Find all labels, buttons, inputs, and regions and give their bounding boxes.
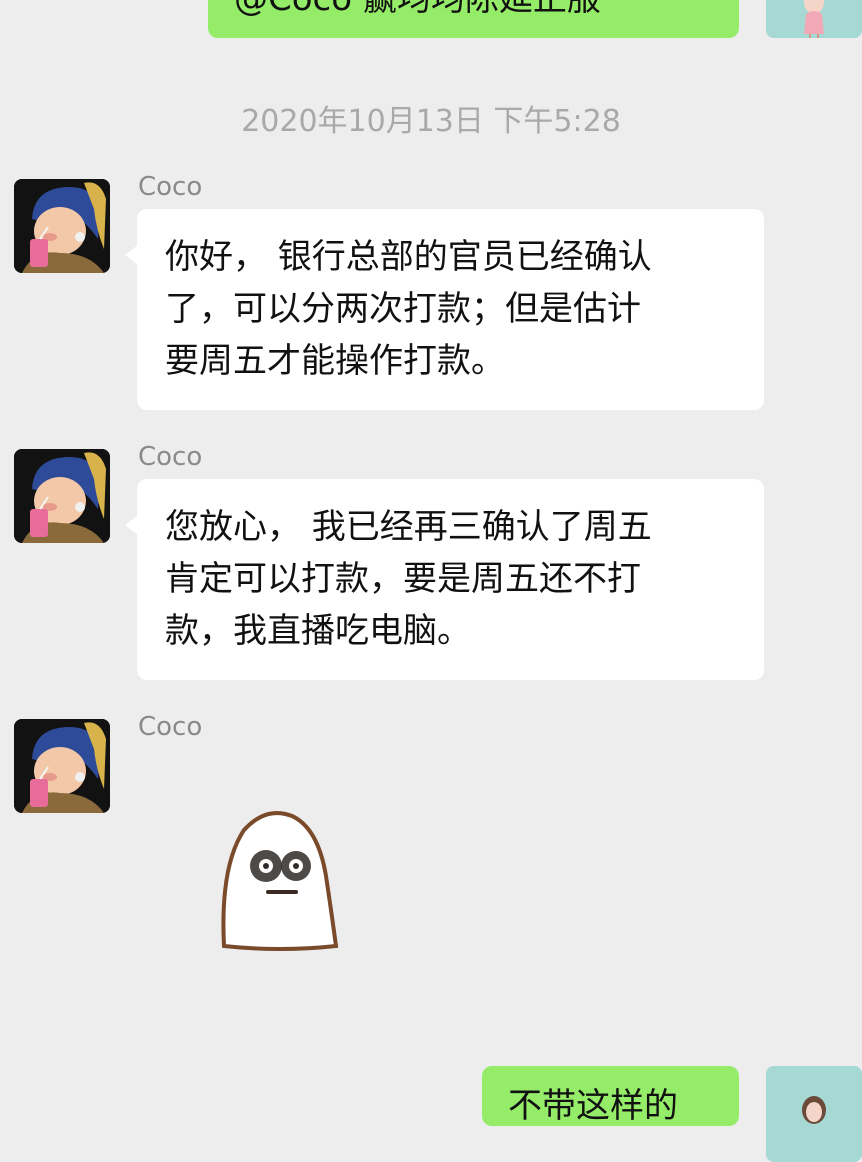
bubble-tail bbox=[738, 1086, 739, 1106]
girl-with-pearl-earring-icon bbox=[14, 449, 110, 543]
girl-portrait-icon bbox=[766, 0, 862, 38]
outgoing-message-text: @Coco 赢均均陈延正服 bbox=[234, 0, 601, 19]
message-line: 要周五才能操作打款。 bbox=[165, 341, 505, 381]
message-line: 款，我直播吃电脑。 bbox=[165, 611, 471, 651]
message-timestamp: 2020年10月13日 下午5:28 bbox=[241, 104, 621, 139]
coco-avatar[interactable] bbox=[14, 179, 110, 273]
coco-avatar[interactable] bbox=[14, 719, 110, 813]
girl-with-pearl-earring-icon bbox=[14, 719, 110, 813]
bubble-tail bbox=[125, 515, 138, 535]
message-line: 你好， 银行总部的官员已经确认 bbox=[165, 237, 652, 277]
bubble-tail bbox=[125, 245, 138, 265]
outgoing-message-text: 不带这样的 bbox=[508, 1086, 678, 1126]
my-avatar[interactable] bbox=[766, 0, 862, 38]
my-avatar[interactable] bbox=[766, 1066, 862, 1162]
message-line: 肯定可以打款，要是周五还不打 bbox=[165, 559, 641, 599]
incoming-message-bubble[interactable]: 您放心， 我已经再三确认了周五 肯定可以打款，要是周五还不打 款，我直播吃电脑。 bbox=[125, 479, 764, 680]
ghost-face-sticker[interactable] bbox=[214, 806, 344, 954]
message-line: 了，可以分两次打款；但是估计 bbox=[165, 289, 641, 329]
sender-name: Coco bbox=[138, 172, 203, 202]
girl-with-pearl-earring-icon bbox=[14, 179, 110, 273]
sender-name: Coco bbox=[138, 442, 203, 472]
ghost-face-icon bbox=[221, 811, 339, 951]
outgoing-message-bubble[interactable]: @Coco 赢均均陈延正服 bbox=[208, 0, 739, 38]
incoming-message-bubble[interactable]: 你好， 银行总部的官员已经确认 了，可以分两次打款；但是估计 要周五才能操作打款… bbox=[125, 209, 764, 410]
outgoing-message-bubble[interactable]: 不带这样的 bbox=[482, 1066, 739, 1126]
sender-name: Coco bbox=[138, 712, 203, 742]
girl-portrait-icon bbox=[766, 1066, 862, 1162]
bubble-tail bbox=[738, 0, 739, 12]
message-line: 您放心， 我已经再三确认了周五 bbox=[165, 507, 652, 547]
coco-avatar[interactable] bbox=[14, 449, 110, 543]
